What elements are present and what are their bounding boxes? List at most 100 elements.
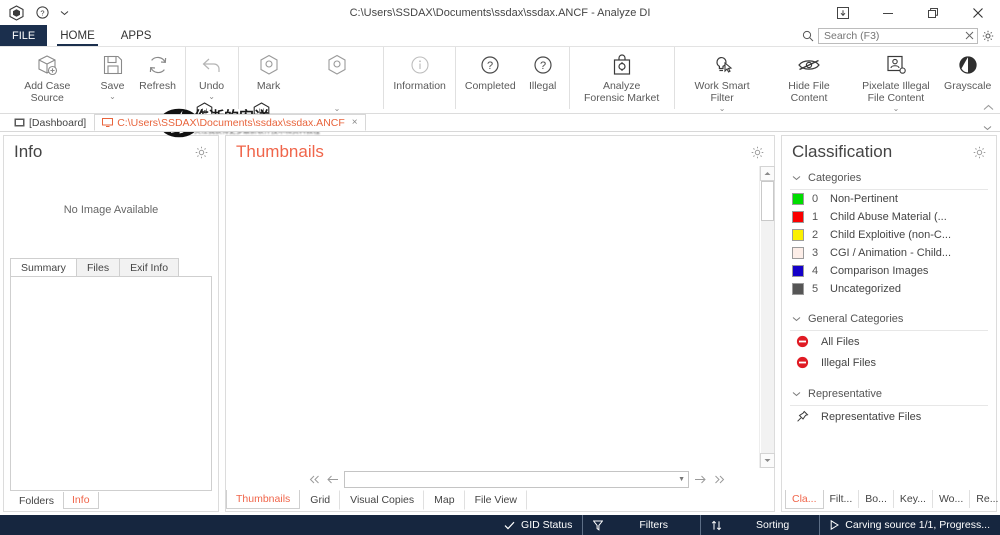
status-carving-progress[interactable]: Carving source 1/1, Progress... [819, 515, 1000, 535]
footer-tab-keywords[interactable]: Key... [894, 490, 933, 508]
hide-file-content-button[interactable]: Hide File Content [766, 50, 853, 104]
info-tab-exif-info[interactable]: Exif Info [119, 258, 180, 276]
search-icon[interactable] [802, 30, 814, 42]
document-tab-case-file[interactable]: C:\Users\SSDAX\Documents\ssdax\ssdax.ANC… [94, 114, 366, 131]
chevron-down-icon[interactable]: ⌄ [893, 105, 900, 113]
view-tab-map[interactable]: Map [424, 490, 465, 510]
view-tab-grid[interactable]: Grid [300, 490, 341, 510]
ribbon-tab-home[interactable]: HOME [47, 25, 108, 46]
section-header-representative[interactable]: Representative [790, 382, 988, 406]
category-label: Non-Pertinent [830, 193, 898, 205]
chevron-up-icon[interactable] [983, 104, 994, 111]
footer-tab-folders[interactable]: Folders [10, 492, 63, 510]
grayscale-button[interactable]: Grayscale [939, 50, 996, 92]
category-color-swatch [792, 265, 804, 277]
lightbulb-cursor-icon [710, 52, 734, 78]
thumbnails-grid[interactable] [226, 166, 759, 468]
mark-button[interactable]: Mark [243, 50, 295, 92]
info-tab-summary[interactable]: Summary [10, 258, 77, 276]
chevron-down-icon[interactable] [60, 4, 69, 21]
ribbon-display-options-button[interactable] [820, 0, 865, 25]
general-category-row[interactable]: Illegal Files [790, 352, 988, 373]
minimize-button[interactable] [865, 0, 910, 25]
analyze-forensic-market-button[interactable]: Analyze Forensic Market [574, 50, 670, 104]
scroll-up-arrow-icon[interactable] [759, 166, 775, 181]
close-icon[interactable]: × [352, 117, 358, 128]
footer-tab-info[interactable]: Info [63, 492, 99, 509]
section-header-categories[interactable]: Categories [790, 166, 988, 190]
close-icon[interactable] [965, 31, 974, 40]
footer-tab-filters[interactable]: Filt... [824, 490, 860, 508]
status-filters[interactable]: Filters [582, 515, 700, 535]
gear-icon[interactable] [982, 30, 994, 42]
help-circle-icon[interactable]: ? [34, 4, 51, 21]
chevron-down-icon[interactable] [792, 316, 801, 322]
representative-row[interactable]: Representative Files [790, 406, 988, 427]
chevron-down-icon[interactable]: ⌄ [109, 93, 116, 101]
close-button[interactable] [955, 0, 1000, 25]
footer-tab-bookmarks[interactable]: Bo... [859, 490, 894, 508]
view-tab-visual-copies[interactable]: Visual Copies [340, 490, 425, 510]
status-sorting[interactable]: Sorting [699, 515, 819, 535]
illegal-button[interactable]: ? Illegal [521, 50, 565, 92]
search-input[interactable] [822, 28, 962, 43]
category-row[interactable]: 4 Comparison Images [790, 262, 988, 280]
category-row[interactable]: 0 Non-Pertinent [790, 190, 988, 208]
category-row[interactable]: 3 CGI / Animation - Child... [790, 244, 988, 262]
arrow-left-icon[interactable] [325, 471, 341, 487]
restore-button[interactable] [910, 0, 955, 25]
question-circle-icon: ? [479, 52, 501, 78]
chevron-down-icon[interactable] [792, 175, 801, 181]
view-tab-thumbnails[interactable]: Thumbnails [226, 490, 301, 509]
pixelate-illegal-file-content-button[interactable]: Pixelate Illegal File Content ⌄ [852, 50, 939, 113]
gear-icon[interactable] [973, 146, 986, 159]
general-category-label: All Files [821, 335, 860, 348]
scrollbar-track[interactable] [760, 221, 774, 453]
status-gid-status[interactable]: GID Status [494, 515, 582, 535]
completed-button[interactable]: ? Completed [460, 50, 521, 92]
category-row[interactable]: 5 Uncategorized [790, 280, 988, 298]
footer-tab-classification[interactable]: Cla... [785, 490, 824, 509]
info-tab-files[interactable]: Files [75, 258, 121, 276]
gear-icon[interactable] [195, 146, 208, 159]
save-button[interactable]: Save ⌄ [91, 50, 135, 101]
double-chevron-right-icon[interactable] [711, 471, 727, 487]
ribbon-tab-file[interactable]: FILE [0, 25, 48, 46]
view-tab-file-view[interactable]: File View [465, 490, 527, 510]
scroll-down-arrow-icon[interactable] [759, 453, 775, 468]
ribbon-tab-apps[interactable]: APPS [108, 25, 165, 46]
information-button[interactable]: Information [388, 50, 451, 92]
ribbon-group-marking: Mark Marking Options ⌄ [239, 47, 385, 113]
chevron-down-icon[interactable] [792, 391, 801, 397]
category-row[interactable]: 1 Child Abuse Material (... [790, 208, 988, 226]
classification-panel-body: Categories 0 Non-Pertinent 1 Child Abuse… [782, 166, 996, 490]
double-chevron-left-icon[interactable] [306, 471, 322, 487]
add-case-source-button[interactable]: Add Case Source [4, 50, 91, 104]
scrollbar-thumb[interactable] [760, 181, 774, 221]
footer-tab-workflow[interactable]: Wo... [933, 490, 971, 508]
search-box[interactable] [818, 27, 978, 44]
footer-tab-reports[interactable]: Re... [970, 490, 1000, 508]
undo-button[interactable]: Undo ⌄ [190, 50, 234, 101]
thumbnails-vertical-scrollbar[interactable] [759, 166, 775, 468]
arrow-right-icon[interactable] [692, 471, 708, 487]
work-smart-filter-button[interactable]: Work Smart Filter ⌄ [679, 50, 766, 113]
marking-options-button[interactable]: Marking Options ⌄ [295, 50, 380, 113]
hexagon-logo-icon[interactable] [8, 4, 25, 21]
general-category-row[interactable]: All Files [790, 331, 988, 352]
thumbnails-page-combo[interactable]: ▼ [344, 470, 689, 488]
classification-panel: Classification Categories 0 Non-Pertinen… [781, 135, 1000, 512]
undo-arrow-icon [200, 52, 224, 78]
gear-icon[interactable] [751, 146, 764, 159]
main-content-area: Info No Image Available Summary Files Ex… [0, 132, 1000, 515]
section-header-general-categories[interactable]: General Categories [790, 307, 988, 331]
category-color-swatch [792, 211, 804, 223]
chevron-down-icon[interactable]: ▼ [678, 476, 685, 483]
chevron-down-icon[interactable]: ⌄ [719, 105, 726, 113]
chevron-down-icon[interactable]: ⌄ [334, 105, 341, 113]
refresh-button[interactable]: Refresh [135, 50, 181, 92]
category-row[interactable]: 2 Child Exploitive (non-C... [790, 226, 988, 244]
document-tab-dashboard[interactable]: [Dashboard] [6, 114, 94, 131]
chevron-down-icon[interactable]: ⌄ [208, 93, 215, 101]
chevron-down-icon[interactable] [983, 125, 1000, 131]
